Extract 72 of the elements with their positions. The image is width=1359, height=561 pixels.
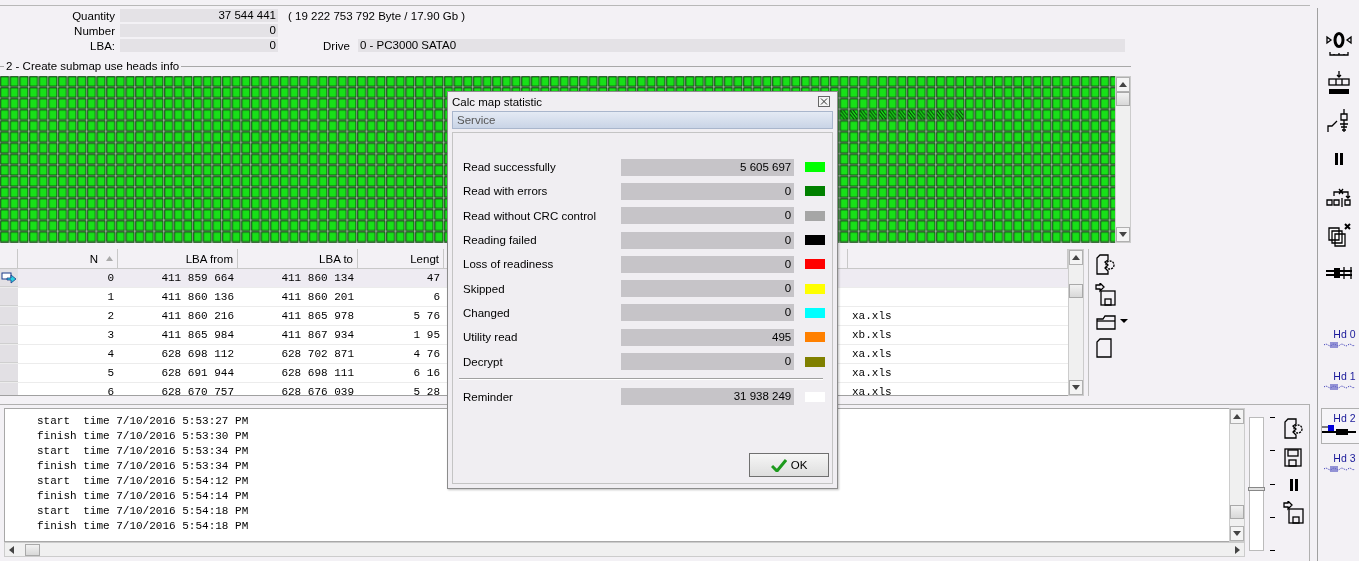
stat-label: Decrypt: [463, 355, 504, 368]
stat-label: Changed: [463, 306, 511, 319]
log-line: finish time 7/10/2016 5:53:34 PM: [37, 459, 249, 474]
field-label: Quantity: [71, 9, 116, 22]
table-cell-text: 628 670 757: [161, 385, 235, 395]
table-cell-text: 628 698 111: [281, 366, 355, 381]
stat-value: 0: [621, 207, 795, 225]
stat-value: 5 605 697: [621, 158, 795, 176]
stat-value: 0: [621, 353, 795, 370]
stat-label: Loss of readiness: [463, 258, 555, 271]
table-cell-text: 0: [107, 271, 115, 286]
log-line: start time 7/10/2016 5:53:34 PM: [37, 444, 249, 459]
stat-label: Reading failed: [463, 234, 538, 247]
table-cell-text: 6: [107, 385, 115, 395]
table-cell-text: 628 676 039: [281, 385, 355, 395]
table-cell-text: 411 859 664: [161, 271, 235, 286]
stat-label: Reminder: [463, 390, 514, 403]
log-line: finish time 7/10/2016 5:54:14 PM: [37, 489, 249, 504]
table-cell-text: 5 28: [413, 385, 441, 395]
quantity-field: 37 544 441: [120, 9, 278, 22]
stat-value: 0: [621, 231, 795, 249]
stat-value: 31 938 249: [621, 388, 795, 406]
table-cell-text: xa.xls: [851, 309, 892, 324]
stat-value: 0: [621, 182, 795, 200]
log-line: start time 7/10/2016 5:53:27 PM: [37, 414, 249, 429]
table-cell-text: 628 702 871: [281, 347, 355, 362]
stat-value: 495: [621, 328, 795, 346]
size-text: ( 19 222 753 792 Byte / 17.90 Gb ): [288, 9, 466, 22]
log-line: start time 7/10/2016 5:54:18 PM: [37, 504, 249, 519]
drive-field: 0 - PC3000 SATA0: [358, 39, 1125, 52]
table-cell-text: 411 860 201: [281, 290, 355, 305]
field-label: Drive: [323, 39, 351, 52]
table-cell-text: 1: [107, 290, 115, 305]
log-line: start time 7/10/2016 5:54:12 PM: [37, 474, 249, 489]
table-cell-text: 628 698 112: [161, 347, 235, 362]
stat-value: 0: [621, 255, 795, 273]
stat-label: Read without CRC control: [463, 209, 597, 222]
table-cell-text: 411 867 934: [281, 328, 355, 343]
table-cell-text: xa.xls: [851, 385, 892, 395]
table-cell-text: 411 865 984: [161, 328, 235, 343]
table-cell-text: 411 860 136: [161, 290, 235, 305]
number-field: 0: [120, 24, 278, 37]
table-cell-text: xa.xls: [851, 366, 892, 381]
table-cell-text: xa.xls: [851, 347, 892, 362]
log-line: finish time 7/10/2016 5:53:30 PM: [37, 429, 249, 444]
lba-field: 0: [120, 39, 278, 52]
table-cell-text: 628 691 944: [161, 366, 235, 381]
table-cell-text: xb.xls: [851, 328, 892, 343]
table-cell-text: 5 76: [413, 309, 441, 324]
field-label: LBA:: [89, 39, 116, 52]
table-cell-text: 1 95: [413, 328, 441, 343]
table-cell-text: 411 860 134: [281, 271, 355, 286]
field-label: Number: [73, 24, 116, 37]
log-line: finish time 7/10/2016 5:54:18 PM: [37, 519, 249, 534]
group-title: 2 - Create submap use heads info: [5, 60, 181, 72]
table-cell-text: 47: [426, 271, 441, 286]
table-cell-text: 4: [107, 347, 115, 362]
dialog-title: Calc map statistic: [452, 95, 543, 108]
table-cell-text: 2: [107, 309, 115, 324]
table-cell-text: 6 16: [413, 366, 441, 381]
stat-value: 0: [621, 304, 795, 322]
stat-label: Skipped: [463, 282, 506, 295]
table-cell-text: 5: [107, 366, 115, 381]
stat-label: Read with errors: [463, 185, 549, 198]
table-cell-text: 411 865 978: [281, 309, 355, 324]
table-cell-text: 4 76: [413, 347, 441, 362]
table-cell-text: 411 860 216: [161, 309, 235, 324]
stat-label: Utility read: [463, 331, 519, 344]
table-cell-text: 3: [107, 328, 115, 343]
table-cell-text: 6: [433, 290, 441, 305]
stat-value: 0: [621, 280, 795, 298]
stat-label: Read successfully: [463, 161, 557, 174]
